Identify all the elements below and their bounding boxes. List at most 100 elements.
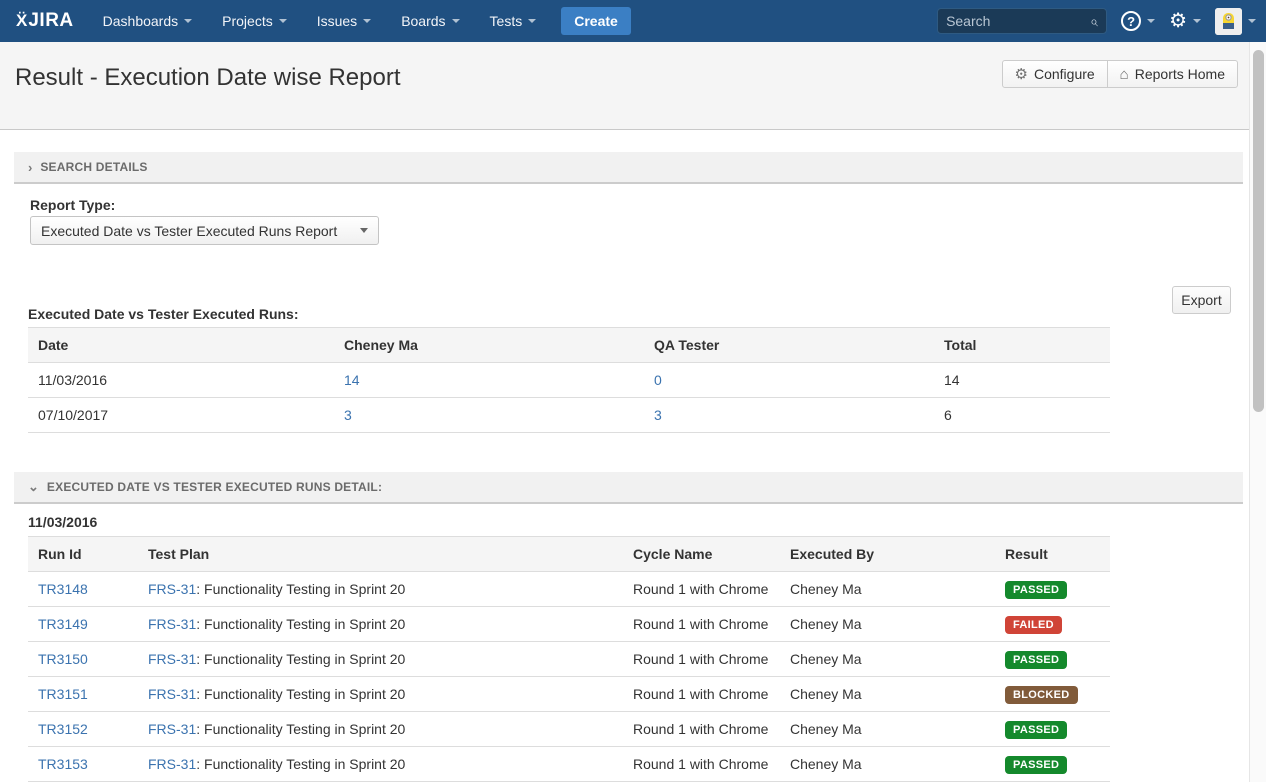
chevron-down-icon <box>1248 19 1256 23</box>
chevron-right-icon: › <box>28 160 32 175</box>
run-id-link[interactable]: TR3152 <box>38 721 88 737</box>
chevron-down-icon <box>279 19 287 23</box>
run-id-link[interactable]: TR3153 <box>38 756 88 772</box>
detail-section-label: EXECUTED DATE VS TESTER EXECUTED RUNS DE… <box>47 480 382 494</box>
test-plan-summary: : Functionality Testing in Sprint 20 <box>196 651 405 667</box>
chevron-down-icon: ⌄ <box>28 479 39 495</box>
result-badge: BLOCKED <box>1005 686 1078 704</box>
executed-by-cell: Cheney Ma <box>780 747 995 782</box>
table-row: 11/03/2016 14 0 14 <box>28 363 1110 398</box>
chevron-down-icon <box>184 19 192 23</box>
runs-count-link[interactable]: 3 <box>344 407 352 423</box>
total-cell: 14 <box>934 363 1110 398</box>
scrollbar-track[interactable] <box>1249 42 1266 782</box>
scrollbar-thumb[interactable] <box>1253 50 1264 412</box>
run-id-link[interactable]: TR3151 <box>38 686 88 702</box>
col-cheney-ma: Cheney Ma <box>334 328 644 363</box>
cycle-name-cell: Round 1 with Chrome <box>623 607 780 642</box>
test-plan-key-link[interactable]: FRS-31 <box>148 581 196 597</box>
menu-dashboards[interactable]: Dashboards <box>88 0 208 42</box>
report-type-label: Report Type: <box>30 197 115 213</box>
test-plan-key-link[interactable]: FRS-31 <box>148 651 196 667</box>
table-row: TR3152 FRS-31: Functionality Testing in … <box>28 712 1110 747</box>
user-menu[interactable] <box>1215 8 1256 35</box>
top-navbar: Ẍ JIRA Dashboards Projects Issues Boards… <box>0 0 1266 42</box>
test-plan-key-link[interactable]: FRS-31 <box>148 756 196 772</box>
chevron-down-icon <box>363 19 371 23</box>
test-plan-key-link[interactable]: FRS-31 <box>148 721 196 737</box>
quick-search: ⌕ <box>937 8 1107 34</box>
table-row: 07/10/2017 3 3 6 <box>28 398 1110 433</box>
admin-menu[interactable]: ⚙ <box>1169 11 1201 31</box>
cycle-name-cell: Round 1 with Chrome <box>623 677 780 712</box>
chevron-down-icon <box>1147 19 1155 23</box>
navbar-right: ⌕ ? ⚙ <box>937 8 1256 35</box>
result-badge: PASSED <box>1005 581 1067 599</box>
result-badge: PASSED <box>1005 756 1067 774</box>
runs-count-link[interactable]: 14 <box>344 372 360 388</box>
test-plan-summary: : Functionality Testing in Sprint 20 <box>196 686 405 702</box>
runs-count-link[interactable]: 3 <box>654 407 662 423</box>
executed-by-cell: Cheney Ma <box>780 607 995 642</box>
page-title: Result - Execution Date wise Report <box>15 64 401 92</box>
detail-header-row: Run Id Test Plan Cycle Name Executed By … <box>28 537 1110 572</box>
col-executed-by: Executed By <box>780 537 995 572</box>
executed-by-cell: Cheney Ma <box>780 572 995 607</box>
run-id-link[interactable]: TR3148 <box>38 581 88 597</box>
test-plan-summary: : Functionality Testing in Sprint 20 <box>196 721 405 737</box>
col-cycle-name: Cycle Name <box>623 537 780 572</box>
menu-tests[interactable]: Tests <box>475 0 552 42</box>
result-badge: PASSED <box>1005 651 1067 669</box>
run-id-link[interactable]: TR3150 <box>38 651 88 667</box>
test-plan-summary: : Functionality Testing in Sprint 20 <box>196 756 405 772</box>
cycle-name-cell: Round 1 with Chrome <box>623 712 780 747</box>
help-icon: ? <box>1121 11 1141 31</box>
reports-home-label: Reports Home <box>1135 66 1225 82</box>
configure-label: Configure <box>1034 66 1095 82</box>
menu-projects[interactable]: Projects <box>207 0 302 42</box>
create-button[interactable]: Create <box>561 7 631 35</box>
executed-by-cell: Cheney Ma <box>780 677 995 712</box>
configure-button[interactable]: ⚙ Configure <box>1003 61 1107 87</box>
help-menu[interactable]: ? <box>1121 11 1155 31</box>
detail-section-toggle[interactable]: ⌄ EXECUTED DATE VS TESTER EXECUTED RUNS … <box>14 472 1243 504</box>
avatar <box>1215 8 1242 35</box>
result-badge: FAILED <box>1005 616 1062 634</box>
col-date: Date <box>28 328 334 363</box>
report-type-select[interactable]: Executed Date vs Tester Executed Runs Re… <box>30 216 379 245</box>
test-plan-key-link[interactable]: FRS-31 <box>148 686 196 702</box>
export-button[interactable]: Export <box>1172 286 1231 314</box>
table-row: TR3149 FRS-31: Functionality Testing in … <box>28 607 1110 642</box>
test-plan-summary: : Functionality Testing in Sprint 20 <box>196 581 405 597</box>
test-plan-key-link[interactable]: FRS-31 <box>148 616 196 632</box>
chevron-down-icon <box>528 19 536 23</box>
table-row: TR3151 FRS-31: Functionality Testing in … <box>28 677 1110 712</box>
col-total: Total <box>934 328 1110 363</box>
menu-issues[interactable]: Issues <box>302 0 386 42</box>
col-test-plan: Test Plan <box>138 537 623 572</box>
page-header: Result - Execution Date wise Report ⚙ Co… <box>0 42 1266 130</box>
reports-home-button[interactable]: ⌂ Reports Home <box>1107 61 1237 87</box>
chevron-down-icon <box>1193 19 1201 23</box>
cycle-name-cell: Round 1 with Chrome <box>623 747 780 782</box>
menu-projects-label: Projects <box>222 13 273 29</box>
chevron-down-icon <box>360 228 368 233</box>
summary-header-row: Date Cheney Ma QA Tester Total <box>28 328 1110 363</box>
search-details-toggle[interactable]: › SEARCH DETAILS <box>14 152 1243 184</box>
search-input[interactable] <box>946 13 1090 29</box>
menu-boards[interactable]: Boards <box>386 0 474 42</box>
jira-logo[interactable]: Ẍ JIRA <box>16 10 74 32</box>
search-details-label: SEARCH DETAILS <box>40 160 147 174</box>
detail-date-group: 11/03/2016 <box>28 514 97 530</box>
search-icon[interactable]: ⌕ <box>1090 13 1098 30</box>
executed-by-cell: Cheney Ma <box>780 712 995 747</box>
cycle-name-cell: Round 1 with Chrome <box>623 572 780 607</box>
jira-charlie-icon: Ẍ <box>16 11 27 31</box>
runs-count-link[interactable]: 0 <box>654 372 662 388</box>
chevron-down-icon <box>452 19 460 23</box>
run-id-link[interactable]: TR3149 <box>38 616 88 632</box>
col-qa-tester: QA Tester <box>644 328 934 363</box>
cycle-name-cell: Round 1 with Chrome <box>623 642 780 677</box>
test-plan-summary: : Functionality Testing in Sprint 20 <box>196 616 405 632</box>
page: Ẍ JIRA Dashboards Projects Issues Boards… <box>0 0 1266 782</box>
